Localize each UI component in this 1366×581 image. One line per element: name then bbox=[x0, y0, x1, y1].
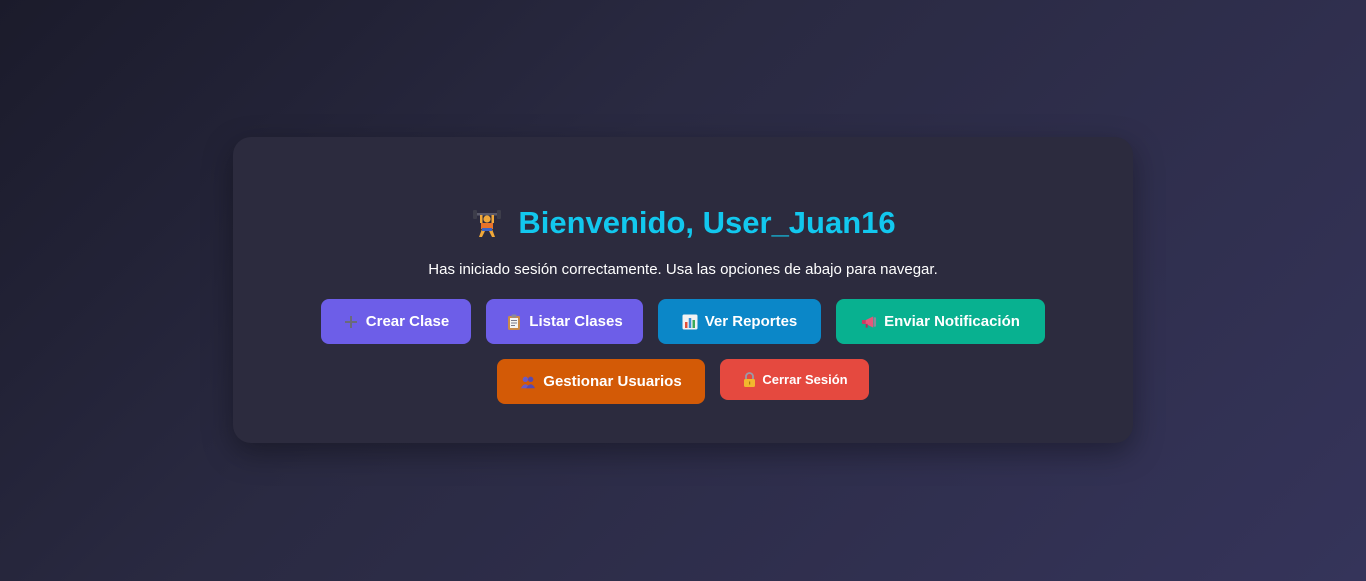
enviar-notificacion-label: Enviar Notificación bbox=[884, 313, 1020, 330]
actions-row-primary: Crear Clase Listar Clases Ver Reportes E… bbox=[233, 299, 1133, 344]
welcome-subtitle: Has iniciado sesión correctamente. Usa l… bbox=[428, 261, 938, 278]
welcome-title-text: Bienvenido, User_Juan16 bbox=[518, 205, 896, 240]
crear-clase-label: Crear Clase bbox=[365, 313, 450, 330]
page-title: Bienvenido, User_Juan16 bbox=[233, 203, 1133, 243]
gestionar-usuarios-button[interactable]: Gestionar Usuarios bbox=[497, 359, 705, 404]
clipboard-icon bbox=[506, 314, 522, 330]
listar-clases-label: Listar Clases bbox=[529, 313, 623, 330]
plus-icon bbox=[343, 314, 359, 330]
gestionar-usuarios-label: Gestionar Usuarios bbox=[543, 373, 682, 390]
cerrar-sesion-button[interactable]: Cerrar Sesión bbox=[720, 359, 869, 400]
cerrar-sesion-label: Cerrar Sesión bbox=[762, 372, 848, 387]
enviar-notificacion-button[interactable]: Enviar Notificación bbox=[836, 299, 1045, 344]
welcome-card: Bienvenido, User_Juan16 Has iniciado ses… bbox=[233, 137, 1133, 443]
users-icon bbox=[520, 374, 536, 390]
megaphone-icon bbox=[861, 314, 877, 330]
crear-clase-button[interactable]: Crear Clase bbox=[321, 299, 471, 344]
weightlifter-icon bbox=[470, 206, 504, 240]
ver-reportes-button[interactable]: Ver Reportes bbox=[658, 299, 821, 344]
bar-chart-icon bbox=[682, 314, 698, 330]
ver-reportes-label: Ver Reportes bbox=[704, 313, 798, 330]
lock-icon bbox=[741, 372, 757, 388]
actions-row-secondary: Gestionar Usuarios Cerrar Sesión bbox=[233, 359, 1133, 404]
listar-clases-button[interactable]: Listar Clases bbox=[486, 299, 643, 344]
